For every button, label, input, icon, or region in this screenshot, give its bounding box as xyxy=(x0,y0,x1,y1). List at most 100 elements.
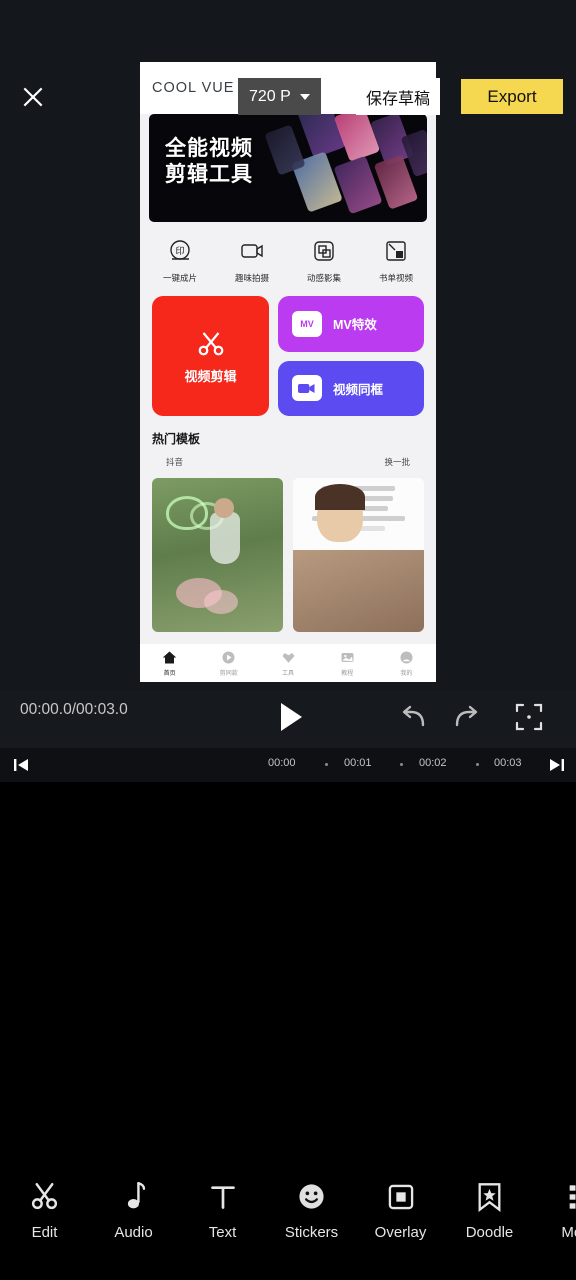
image-icon xyxy=(341,652,354,662)
banner-text: 全能视频 剪辑工具 xyxy=(165,136,253,188)
scissors-icon xyxy=(198,331,223,355)
card-label: 视频同框 xyxy=(333,382,384,397)
quick-action-item[interactable]: 印 一键成片 xyxy=(144,238,216,284)
video-camera-icon xyxy=(298,383,315,393)
ruler-tick: 00:01 xyxy=(344,757,372,769)
app-nav-item-tools[interactable]: 工具 xyxy=(258,650,317,677)
undo-button[interactable] xyxy=(399,701,431,733)
tool-more[interactable]: More xyxy=(534,1180,576,1241)
ruler-tick: 00:00 xyxy=(268,757,296,769)
card-mv-effects[interactable]: MV MV特效 xyxy=(278,296,424,352)
feature-cards-right: MV MV特效 视频同框 xyxy=(278,296,424,416)
app-nav-item-templates[interactable]: 剪同款 xyxy=(199,650,258,677)
sync-chip xyxy=(292,375,322,402)
section-refresh[interactable]: 换一批 xyxy=(384,456,410,468)
music-note-icon xyxy=(117,1180,150,1213)
card-video-sync[interactable]: 视频同框 xyxy=(278,360,424,416)
tool-label: Overlay xyxy=(374,1224,427,1241)
app-logo: COOL VUE xyxy=(152,80,235,96)
banner-line-2: 剪辑工具 xyxy=(165,163,253,186)
app-nav-item-home[interactable]: 首页 xyxy=(140,650,199,677)
ruler-dot xyxy=(476,763,479,766)
timeline[interactable]: Mute clip audio Cover xyxy=(0,782,576,1160)
play-circle-icon xyxy=(222,651,235,663)
tool-text[interactable]: Text xyxy=(178,1180,267,1241)
tool-overlay[interactable]: Overlay xyxy=(356,1180,445,1241)
quick-action-label: 书单视频 xyxy=(378,273,413,283)
play-icon xyxy=(281,703,302,731)
home-icon xyxy=(162,651,177,663)
time-display: 00:00.0/00:03.0 xyxy=(20,701,128,718)
close-icon xyxy=(23,87,43,107)
tool-stickers[interactable]: Stickers xyxy=(267,1180,356,1241)
template-card[interactable] xyxy=(293,478,424,632)
quick-action-item[interactable]: 动感影集 xyxy=(288,238,360,284)
svg-text:印: 印 xyxy=(175,245,184,256)
skip-to-start-icon xyxy=(14,759,28,771)
section-subheader: 抖音 换一批 xyxy=(140,447,436,468)
close-button[interactable] xyxy=(16,80,50,114)
tool-label: Audio xyxy=(114,1224,153,1241)
template-list xyxy=(140,468,436,632)
app-nav-label: 教程 xyxy=(341,670,354,677)
video-preview[interactable]: COOL VUE 全能视频 剪辑工具 印 一键成片 趣味拍摄 动感影集 书单视频… xyxy=(140,62,436,682)
template-photo xyxy=(293,484,424,632)
tool-label: More xyxy=(561,1224,576,1241)
tool-doodle[interactable]: Doodle xyxy=(445,1180,534,1241)
app-nav-label: 首页 xyxy=(163,670,176,677)
timeline-ruler[interactable]: 00:00 00:01 00:02 00:03 xyxy=(0,748,576,782)
user-circle-icon xyxy=(400,651,413,663)
fullscreen-button[interactable] xyxy=(513,701,545,733)
tool-edit[interactable]: Edit xyxy=(0,1180,89,1241)
stamp-icon: 印 xyxy=(170,240,190,260)
app-nav-label: 工具 xyxy=(282,670,295,677)
quick-action-label: 动感影集 xyxy=(306,273,341,283)
skip-to-start-button[interactable] xyxy=(12,756,30,774)
skip-to-end-button[interactable] xyxy=(548,756,566,774)
heart-icon xyxy=(282,652,294,663)
scissors-icon xyxy=(28,1180,61,1213)
card-video-edit[interactable]: 视频剪辑 xyxy=(152,296,269,416)
skip-to-end-icon xyxy=(550,759,564,771)
more-grid-icon xyxy=(562,1180,576,1213)
transport-bar: 00:00.0/00:03.0 xyxy=(0,690,576,748)
redo-button[interactable] xyxy=(449,701,481,733)
mv-chip-label: MV xyxy=(300,318,314,329)
redo-icon xyxy=(455,705,478,727)
quick-action-label: 一键成片 xyxy=(162,273,197,283)
ruler-dot xyxy=(325,763,328,766)
video-editor-screen: COOL VUE 全能视频 剪辑工具 印 一键成片 趣味拍摄 动感影集 书单视频… xyxy=(0,0,576,1280)
book-video-icon xyxy=(386,241,406,261)
smiley-icon xyxy=(295,1180,328,1213)
fullscreen-icon xyxy=(515,703,543,731)
save-draft-label: 保存草稿 xyxy=(366,90,431,108)
tool-audio[interactable]: Audio xyxy=(89,1180,178,1241)
chevron-down-icon xyxy=(299,93,310,100)
quick-action-item[interactable]: 趣味拍摄 xyxy=(216,238,288,284)
undo-icon xyxy=(402,705,425,727)
app-nav-item-tutorial[interactable]: 教程 xyxy=(318,650,377,677)
app-nav-label: 我的 xyxy=(400,670,413,677)
export-button[interactable]: Export xyxy=(461,79,563,114)
text-icon xyxy=(206,1180,239,1213)
feature-cards: 视频剪辑 MV MV特效 视频同框 xyxy=(140,292,436,416)
tool-label: Edit xyxy=(31,1224,58,1241)
resolution-selector[interactable]: 720 P xyxy=(238,78,321,115)
quick-actions: 印 一键成片 趣味拍摄 动感影集 书单视频 xyxy=(140,222,436,292)
save-draft-button[interactable]: 保存草稿 xyxy=(356,78,441,115)
star-ribbon-icon xyxy=(473,1180,506,1213)
camera-icon xyxy=(241,244,263,258)
ruler-tick: 00:02 xyxy=(419,757,447,769)
square-overlay-icon xyxy=(384,1180,417,1213)
tool-label: Text xyxy=(208,1224,237,1241)
app-bottom-nav: 首页 剪同款 工具 教程 我的 xyxy=(140,644,436,682)
quick-action-item[interactable]: 书单视频 xyxy=(360,238,432,284)
template-card[interactable] xyxy=(152,478,283,632)
app-nav-label: 剪同款 xyxy=(219,670,238,677)
play-button[interactable] xyxy=(276,699,306,735)
layers-icon xyxy=(314,241,334,261)
resolution-label: 720 P xyxy=(249,87,291,105)
card-label: MV特效 xyxy=(333,318,377,333)
app-nav-item-profile[interactable]: 我的 xyxy=(377,650,436,677)
bottom-toolbar: Edit Audio Text Stickers Overlay Doodle … xyxy=(0,1160,576,1280)
